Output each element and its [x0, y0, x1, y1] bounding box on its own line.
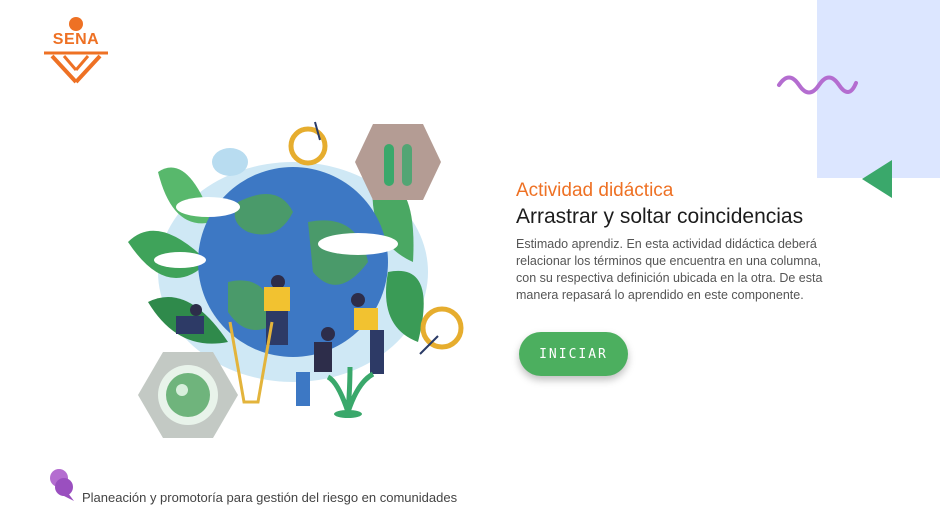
triangle-decoration-icon	[862, 160, 892, 198]
sena-logo: SENA	[40, 16, 112, 86]
chat-bubble-icon	[50, 469, 74, 501]
activity-subtitle: Actividad didáctica	[516, 180, 674, 201]
sena-logo-icon	[44, 17, 108, 84]
logo-text: SENA	[52, 31, 100, 48]
activity-description: Estimado aprendiz. En esta actividad did…	[516, 237, 823, 302]
program-name: Planeación y promotoría para gestión del…	[82, 490, 458, 505]
wave-decoration-icon	[777, 75, 858, 95]
start-button[interactable]: INICIAR	[519, 332, 628, 376]
earth-illustration	[128, 121, 464, 438]
activity-title: Arrastrar y soltar coincidencias	[516, 205, 804, 228]
